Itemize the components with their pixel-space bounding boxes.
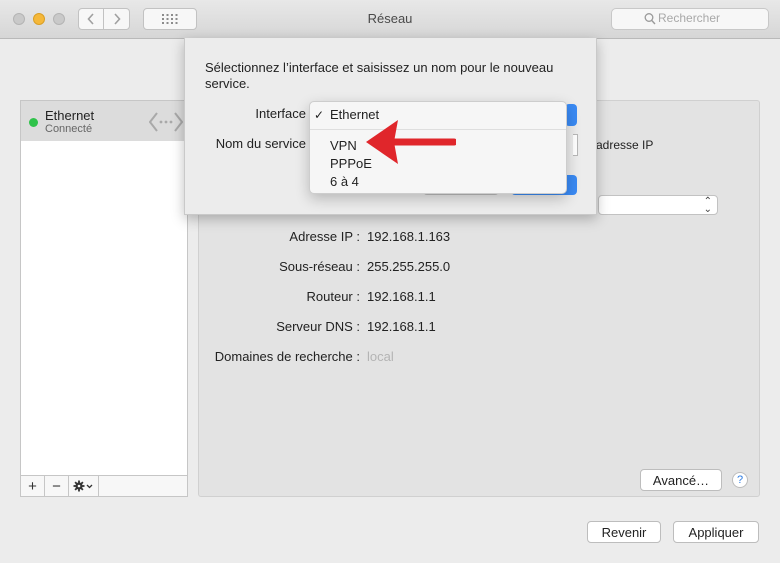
dns-value: 192.168.1.1 bbox=[367, 319, 436, 334]
status-indicator bbox=[29, 118, 38, 127]
gear-icon bbox=[73, 480, 92, 492]
sheet-message: Sélectionnez l’interface et saisissez un… bbox=[205, 60, 554, 91]
help-button[interactable]: ? bbox=[732, 472, 748, 488]
updown-chevron-icon: ⌃ ⌄ bbox=[703, 196, 712, 215]
subnet-label: Sous-réseau : bbox=[279, 259, 360, 274]
service-list: Ethernet Connecté + − bbox=[20, 100, 188, 497]
configure-ip-label: adresse IP bbox=[596, 138, 654, 152]
revert-button[interactable]: Revenir bbox=[587, 521, 661, 543]
interface-label: Interface bbox=[255, 106, 306, 121]
ethernet-icon bbox=[149, 112, 183, 132]
menu-item-vpn[interactable]: VPN bbox=[330, 138, 357, 153]
menu-item-6to4[interactable]: 6 à 4 bbox=[330, 174, 359, 189]
advanced-button[interactable]: Avancé… bbox=[640, 469, 722, 491]
service-row-ethernet[interactable]: Ethernet Connecté bbox=[21, 101, 187, 141]
remove-service-button[interactable]: − bbox=[45, 476, 69, 496]
red-arrow-icon bbox=[366, 120, 456, 164]
add-service-button[interactable]: + bbox=[21, 476, 45, 496]
configure-ip-popup[interactable]: ⌃ ⌄ bbox=[598, 195, 718, 215]
apply-button[interactable]: Appliquer bbox=[673, 521, 759, 543]
service-name-field-edge[interactable] bbox=[573, 134, 578, 156]
search-domains-value: local bbox=[367, 349, 394, 364]
router-value: 192.168.1.1 bbox=[367, 289, 436, 304]
dns-label: Serveur DNS : bbox=[276, 319, 360, 334]
search-domains-label: Domaines de recherche : bbox=[214, 349, 360, 364]
search-input[interactable] bbox=[658, 11, 762, 25]
search-field[interactable] bbox=[611, 8, 769, 30]
subnet-value: 255.255.255.0 bbox=[367, 259, 451, 274]
ip-address-value: 192.168.1.163 bbox=[367, 229, 451, 244]
service-name-label: Nom du service bbox=[215, 136, 306, 151]
router-label: Routeur : bbox=[306, 289, 360, 304]
service-list-toolbar: + − bbox=[21, 475, 187, 496]
ip-address-label: Adresse IP : bbox=[289, 229, 360, 244]
action-menu-button[interactable] bbox=[69, 476, 99, 496]
search-icon bbox=[644, 13, 656, 25]
service-name: Ethernet bbox=[45, 108, 95, 123]
title-bar: Réseau bbox=[0, 0, 780, 39]
service-status: Connecté bbox=[45, 123, 93, 135]
checkmark-icon: ✓ bbox=[314, 108, 325, 122]
